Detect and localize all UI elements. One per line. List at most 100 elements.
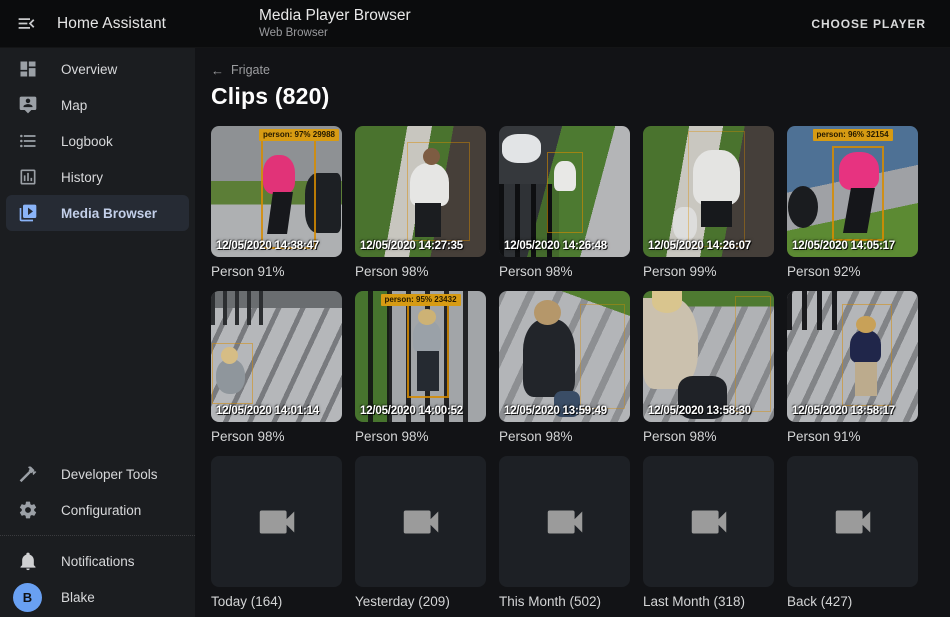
folder-card-this-month[interactable]: This Month (502) (499, 456, 630, 610)
video-camera-icon (830, 499, 876, 545)
folder-label: Last Month (318) (643, 594, 774, 610)
sidebar-item-user[interactable]: B Blake (6, 579, 189, 615)
sidebar-item-configuration[interactable]: Configuration (6, 492, 189, 528)
video-camera-icon (542, 499, 588, 545)
clip-card[interactable]: 12/05/2020 14:26:07 Person 99% (643, 126, 774, 280)
clip-thumbnail: 12/05/2020 13:59:49 (499, 291, 630, 422)
sidebar-item-developer-tools[interactable]: Developer Tools (6, 456, 189, 492)
clip-thumbnail: person: 97% 29988 12/05/2020 14:38:47 (211, 126, 342, 257)
detection-bbox (842, 304, 892, 406)
detection-bbox (735, 296, 772, 411)
choose-player-button[interactable]: CHOOSE PLAYER (803, 9, 934, 39)
folder-card-today[interactable]: Today (164) (211, 456, 342, 610)
clip-timestamp: 12/05/2020 13:58:17 (792, 405, 895, 417)
clip-timestamp: 12/05/2020 14:05:17 (792, 240, 895, 252)
page-title-clips: Clips (820) (211, 83, 934, 110)
app-title: Home Assistant (57, 15, 166, 33)
sidebar-item-map[interactable]: Map (6, 87, 189, 123)
detection-bbox (832, 146, 884, 242)
clip-caption: Person 92% (787, 264, 918, 280)
top-app-bar: Home Assistant Media Player Browser Web … (0, 0, 950, 48)
sidebar-item-logbook[interactable]: Logbook (6, 123, 189, 159)
clip-thumbnail: 12/05/2020 13:58:30 (643, 291, 774, 422)
page-title: Media Player Browser (259, 7, 411, 25)
list-bulleted-icon (18, 131, 38, 151)
sidebar-item-label: Map (61, 98, 87, 113)
sidebar-spacer (0, 231, 195, 456)
sidebar-toggle-button[interactable] (6, 4, 46, 44)
photo-shape (787, 291, 846, 330)
sidebar-item-notifications[interactable]: Notifications (6, 543, 189, 579)
folder-card-yesterday[interactable]: Yesterday (209) (355, 456, 486, 610)
clip-card[interactable]: 12/05/2020 14:26:48 Person 98% (499, 126, 630, 280)
clip-card[interactable]: 12/05/2020 13:58:17 Person 91% (787, 291, 918, 445)
detection-bbox (407, 142, 470, 242)
clip-timestamp: 12/05/2020 14:38:47 (216, 240, 319, 252)
page-header: Media Player Browser Web Browser (259, 7, 411, 40)
video-camera-icon (686, 499, 732, 545)
clip-caption: Person 98% (499, 429, 630, 445)
clip-thumbnail: 12/05/2020 14:01:14 (211, 291, 342, 422)
clip-caption: Person 98% (355, 264, 486, 280)
detection-bbox (580, 304, 625, 409)
page-subtitle: Web Browser (259, 27, 411, 40)
clip-timestamp: 12/05/2020 14:26:07 (648, 240, 751, 252)
photo-shape (211, 291, 266, 325)
detection-label: person: 97% 29988 (259, 129, 339, 141)
clip-timestamp: 12/05/2020 13:59:49 (504, 405, 607, 417)
clip-caption: Person 91% (211, 264, 342, 280)
clip-thumbnail: person: 96% 32154 12/05/2020 14:05:17 (787, 126, 918, 257)
clip-caption: Person 98% (643, 429, 774, 445)
sidebar-item-media-browser[interactable]: Media Browser (6, 195, 189, 231)
detection-bbox (688, 131, 746, 246)
clip-timestamp: 12/05/2020 13:58:30 (648, 405, 751, 417)
clip-timestamp: 12/05/2020 14:01:14 (216, 405, 319, 417)
clip-card[interactable]: person: 97% 29988 12/05/2020 14:38:47 Pe… (211, 126, 342, 280)
clip-caption: Person 99% (643, 264, 774, 280)
clip-thumbnail: 12/05/2020 14:26:48 (499, 126, 630, 257)
breadcrumb-label: Frigate (231, 63, 270, 77)
clip-thumbnail: 12/05/2020 14:27:35 (355, 126, 486, 257)
sidebar: Overview Map Logbook History Media Brows… (0, 48, 195, 617)
clip-timestamp: 12/05/2020 14:00:52 (360, 405, 463, 417)
clip-caption: Person 98% (211, 429, 342, 445)
clip-card[interactable]: 12/05/2020 13:58:30 Person 98% (643, 291, 774, 445)
clip-card[interactable]: 12/05/2020 14:27:35 Person 98% (355, 126, 486, 280)
clip-thumbnail: 12/05/2020 14:26:07 (643, 126, 774, 257)
folder-thumbnail (499, 456, 630, 587)
photo-shape (523, 319, 575, 398)
folder-card-last-month[interactable]: Last Month (318) (643, 456, 774, 610)
dashboard-icon (18, 59, 38, 79)
folder-label: Today (164) (211, 594, 342, 610)
sidebar-item-overview[interactable]: Overview (6, 51, 189, 87)
sidebar-item-history[interactable]: History (6, 159, 189, 195)
hammer-icon (18, 464, 38, 484)
detection-bbox (407, 301, 449, 398)
folder-label: Back (427) (787, 594, 918, 610)
clip-card[interactable]: 12/05/2020 14:01:14 Person 98% (211, 291, 342, 445)
detection-bbox (212, 343, 253, 403)
clip-card[interactable]: person: 95% 23432 12/05/2020 14:00:52 Pe… (355, 291, 486, 445)
breadcrumb-back-link[interactable]: ← Frigate (211, 62, 934, 78)
clip-caption: Person 98% (499, 264, 630, 280)
folder-thumbnail (787, 456, 918, 587)
play-box-multiple-icon (18, 203, 38, 223)
folder-thumbnail (355, 456, 486, 587)
media-browser-content: ← Frigate Clips (820) person: 97% 29988 … (195, 48, 950, 617)
clip-card[interactable]: person: 96% 32154 12/05/2020 14:05:17 Pe… (787, 126, 918, 280)
folder-thumbnail (643, 456, 774, 587)
clip-timestamp: 12/05/2020 14:27:35 (360, 240, 463, 252)
video-camera-icon (254, 499, 300, 545)
back-arrow-icon: ← (211, 63, 224, 78)
clip-card[interactable]: 12/05/2020 13:59:49 Person 98% (499, 291, 630, 445)
clips-grid: person: 97% 29988 12/05/2020 14:38:47 Pe… (211, 126, 934, 610)
clip-caption: Person 98% (355, 429, 486, 445)
account-bubble-icon (18, 95, 38, 115)
sidebar-item-label: Overview (61, 62, 117, 77)
sidebar-item-label: Notifications (61, 554, 135, 569)
bell-icon (18, 551, 38, 571)
sidebar-item-label: Media Browser (61, 206, 157, 221)
folder-card-back[interactable]: Back (427) (787, 456, 918, 610)
sidebar-item-label: History (61, 170, 103, 185)
avatar: B (13, 583, 42, 612)
